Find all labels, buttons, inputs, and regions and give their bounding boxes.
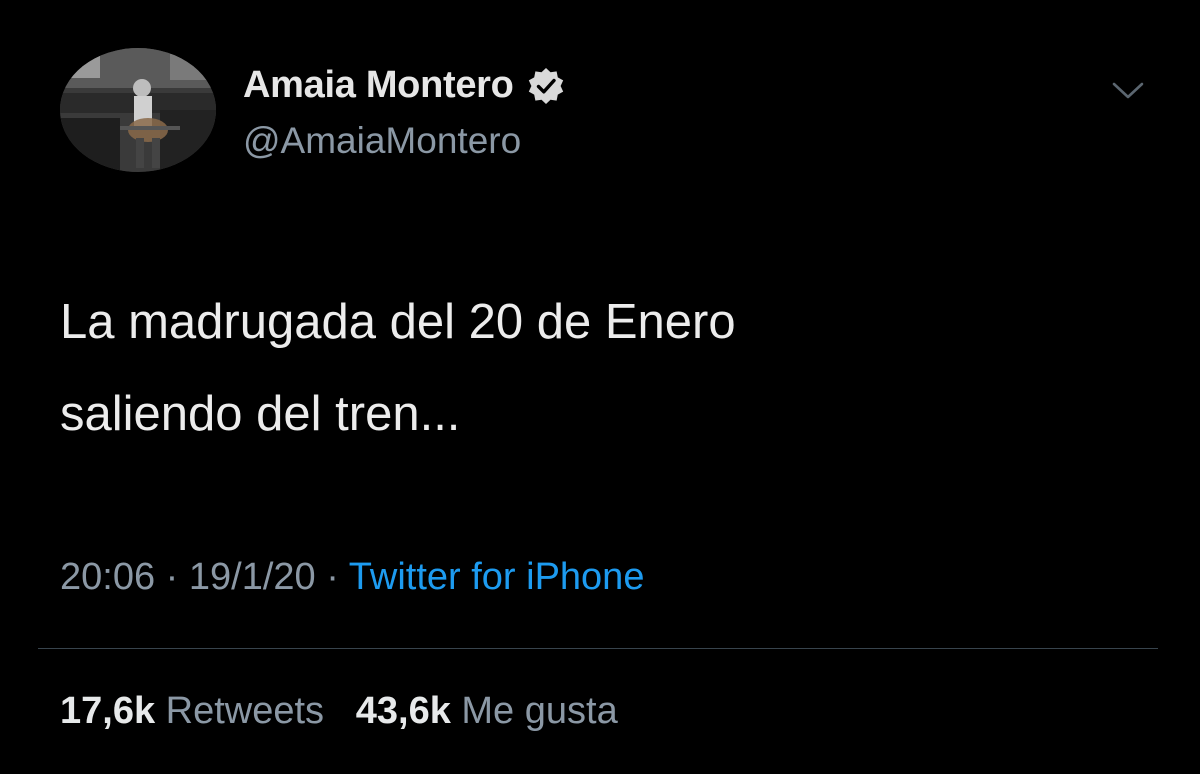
tweet-detail: Amaia Montero @AmaiaMontero La madrugada… [0,0,1200,774]
likes-stat[interactable]: 43,6k Me gusta [356,690,618,732]
verified-badge-icon [528,67,563,104]
tweet-text-line: saliendo del tren... [60,387,461,441]
chevron-down-icon[interactable] [1110,76,1146,104]
display-name[interactable]: Amaia Montero [243,64,566,107]
tweet-source-link[interactable]: Twitter for iPhone [349,556,645,598]
tweet-stats: 17,6k Retweets 43,6k Me gusta [60,690,618,733]
retweets-count: 17,6k [60,690,156,732]
avatar[interactable] [60,48,216,172]
retweets-stat[interactable]: 17,6k Retweets [60,690,335,732]
retweets-label: Retweets [165,690,325,732]
tweet-time: 20:06 [60,556,156,598]
divider [38,648,1158,649]
user-handle[interactable]: @AmaiaMontero [243,120,521,162]
tweet-date: 19/1/20 [188,556,316,598]
tweet-text: La madrugada del 20 de Enero saliendo de… [60,276,1140,460]
tweet-meta: 20:06 · 19/1/20 · Twitter for iPhone [60,556,644,599]
meta-separator: · [165,556,179,598]
likes-count: 43,6k [355,690,451,732]
meta-separator: · [326,556,339,598]
tweet-text-line: La madrugada del 20 de Enero [60,295,736,349]
display-name-text[interactable]: Amaia Montero [243,64,514,107]
likes-label: Me gusta [461,690,618,732]
avatar-photo [60,48,216,172]
